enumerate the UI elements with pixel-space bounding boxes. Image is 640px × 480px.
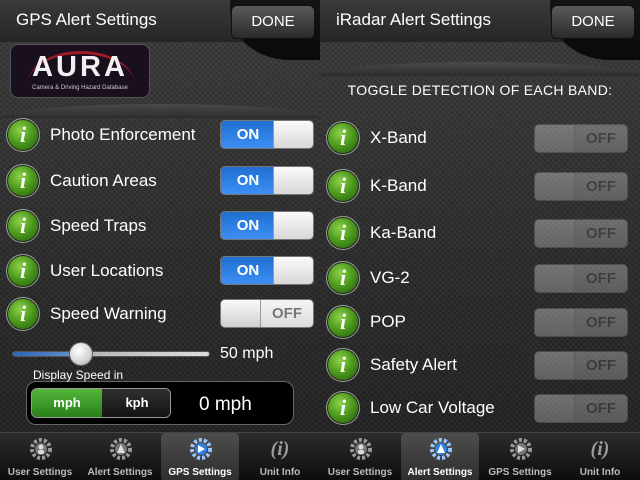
list-item: i User Locations ON (0, 249, 320, 293)
row-label: X-Band (370, 128, 427, 147)
low-car-voltage-toggle[interactable]: OFF (534, 394, 628, 423)
info-icon[interactable]: i (326, 261, 360, 295)
done-button[interactable]: DONE (231, 5, 315, 39)
info-icon[interactable]: i (6, 164, 40, 198)
info-icon[interactable]: i (6, 209, 40, 243)
toggle-knob (273, 121, 313, 148)
logo-text: AURA (32, 51, 128, 83)
tab-unit-info[interactable]: (i) Unit Info (241, 433, 319, 480)
info-icon[interactable]: i (6, 254, 40, 288)
done-button[interactable]: DONE (551, 5, 635, 39)
tab-user-settings[interactable]: User Settings (321, 433, 399, 480)
gear-alert-icon (430, 438, 452, 460)
info-icon[interactable]: i (326, 216, 360, 250)
toggle-knob (273, 212, 313, 239)
gear-gps-icon (510, 438, 532, 460)
toggle-knob (535, 265, 575, 292)
info-icon[interactable]: i (326, 348, 360, 382)
display-speed-panel: mph kph 0 mph (26, 381, 294, 425)
unit-segmented-control: mph kph (31, 388, 171, 418)
slider-value: 50 mph (220, 345, 274, 362)
info-icon: (i) (270, 438, 290, 460)
list-item: i VG-2 OFF (320, 256, 640, 300)
speed-readout: 0 mph (199, 394, 252, 415)
user-locations-toggle[interactable]: ON (220, 256, 314, 285)
list-item: i Photo Enforcement ON (0, 113, 320, 157)
k-band-toggle[interactable]: OFF (534, 172, 628, 201)
gear-person-icon (30, 438, 52, 460)
toggle-knob (535, 220, 575, 247)
speed-warning-toggle[interactable]: OFF (220, 299, 314, 328)
list-item: i X-Band OFF (320, 116, 640, 160)
speed-traps-toggle[interactable]: ON (220, 211, 314, 240)
list-item: i POP OFF (320, 300, 640, 344)
toggle-knob (273, 167, 313, 194)
info-icon[interactable]: i (326, 305, 360, 339)
toggle-knob (535, 125, 575, 152)
row-label: User Locations (50, 261, 164, 280)
done-button-wrap: DONE (230, 0, 320, 60)
row-label: Speed Warning (50, 304, 167, 323)
info-icon[interactable]: i (326, 391, 360, 425)
tab-gps-settings[interactable]: GPS Settings (161, 433, 239, 480)
caution-areas-toggle[interactable]: ON (220, 166, 314, 195)
list-item: i Caution Areas ON (0, 159, 320, 203)
list-item: i Speed Traps ON (0, 204, 320, 248)
done-button-wrap: DONE (550, 0, 640, 60)
gps-alert-settings-screen: GPS Alert Settings DONE AURA Camera & Dr… (0, 0, 320, 432)
toggle-knob (221, 300, 261, 327)
display-speed-caption: Display Speed in (33, 368, 124, 382)
list-header-curve (320, 62, 640, 76)
iradar-alert-settings-screen: iRadar Alert Settings DONE TOGGLE DETECT… (320, 0, 640, 432)
row-label: Photo Enforcement (50, 125, 196, 144)
row-label: Caution Areas (50, 171, 157, 190)
gear-person-icon (350, 438, 372, 460)
row-label: Ka-Band (370, 223, 437, 242)
speed-warning-slider-track[interactable] (12, 351, 210, 357)
gear-alert-icon (110, 438, 132, 460)
page-title: GPS Alert Settings (16, 10, 157, 29)
row-label: Low Car Voltage (370, 398, 495, 417)
list-item: i Ka-Band OFF (320, 211, 640, 255)
list-item: i Speed Warning OFF (0, 292, 320, 336)
row-label: K-Band (370, 176, 427, 195)
x-band-toggle[interactable]: OFF (534, 124, 628, 153)
tab-bar: User Settings Alert Settings GPS Setting… (0, 432, 640, 480)
speed-warning-slider-thumb[interactable] (69, 342, 94, 366)
tab-unit-info[interactable]: (i) Unit Info (561, 433, 639, 480)
tab-gps-settings[interactable]: GPS Settings (481, 433, 559, 480)
vg-2-toggle[interactable]: OFF (534, 264, 628, 293)
page-title: iRadar Alert Settings (336, 10, 491, 29)
info-icon: (i) (590, 438, 610, 460)
row-label: POP (370, 312, 406, 331)
info-icon[interactable]: i (6, 297, 40, 331)
safety-alert-toggle[interactable]: OFF (534, 351, 628, 380)
mph-option[interactable]: mph (32, 389, 102, 417)
section-header: TOGGLE DETECTION OF EACH BAND: (347, 82, 613, 98)
toggle-knob (535, 395, 575, 422)
tab-user-settings[interactable]: User Settings (1, 433, 79, 480)
toggle-knob (535, 173, 575, 200)
tab-alert-settings[interactable]: Alert Settings (401, 433, 479, 480)
info-icon[interactable]: i (326, 169, 360, 203)
list-item: i Low Car Voltage OFF (320, 386, 640, 430)
list-item: i K-Band OFF (320, 164, 640, 208)
list-item: i Safety Alert OFF (320, 343, 640, 387)
toggle-knob (273, 257, 313, 284)
info-icon[interactable]: i (326, 121, 360, 155)
tab-alert-settings[interactable]: Alert Settings (81, 433, 159, 480)
row-label: VG-2 (370, 268, 410, 287)
photo-enforcement-toggle[interactable]: ON (220, 120, 314, 149)
aura-logo: AURA Camera & Driving Hazard Database (10, 44, 150, 98)
logo-subtitle: Camera & Driving Hazard Database (32, 85, 128, 91)
ka-band-toggle[interactable]: OFF (534, 219, 628, 248)
kph-option[interactable]: kph (102, 389, 170, 417)
toggle-knob (535, 309, 575, 336)
row-label: Safety Alert (370, 355, 457, 374)
gear-gps-icon (190, 438, 212, 460)
info-icon[interactable]: i (6, 118, 40, 152)
toggle-knob (535, 352, 575, 379)
pop-toggle[interactable]: OFF (534, 308, 628, 337)
row-label: Speed Traps (50, 216, 147, 235)
